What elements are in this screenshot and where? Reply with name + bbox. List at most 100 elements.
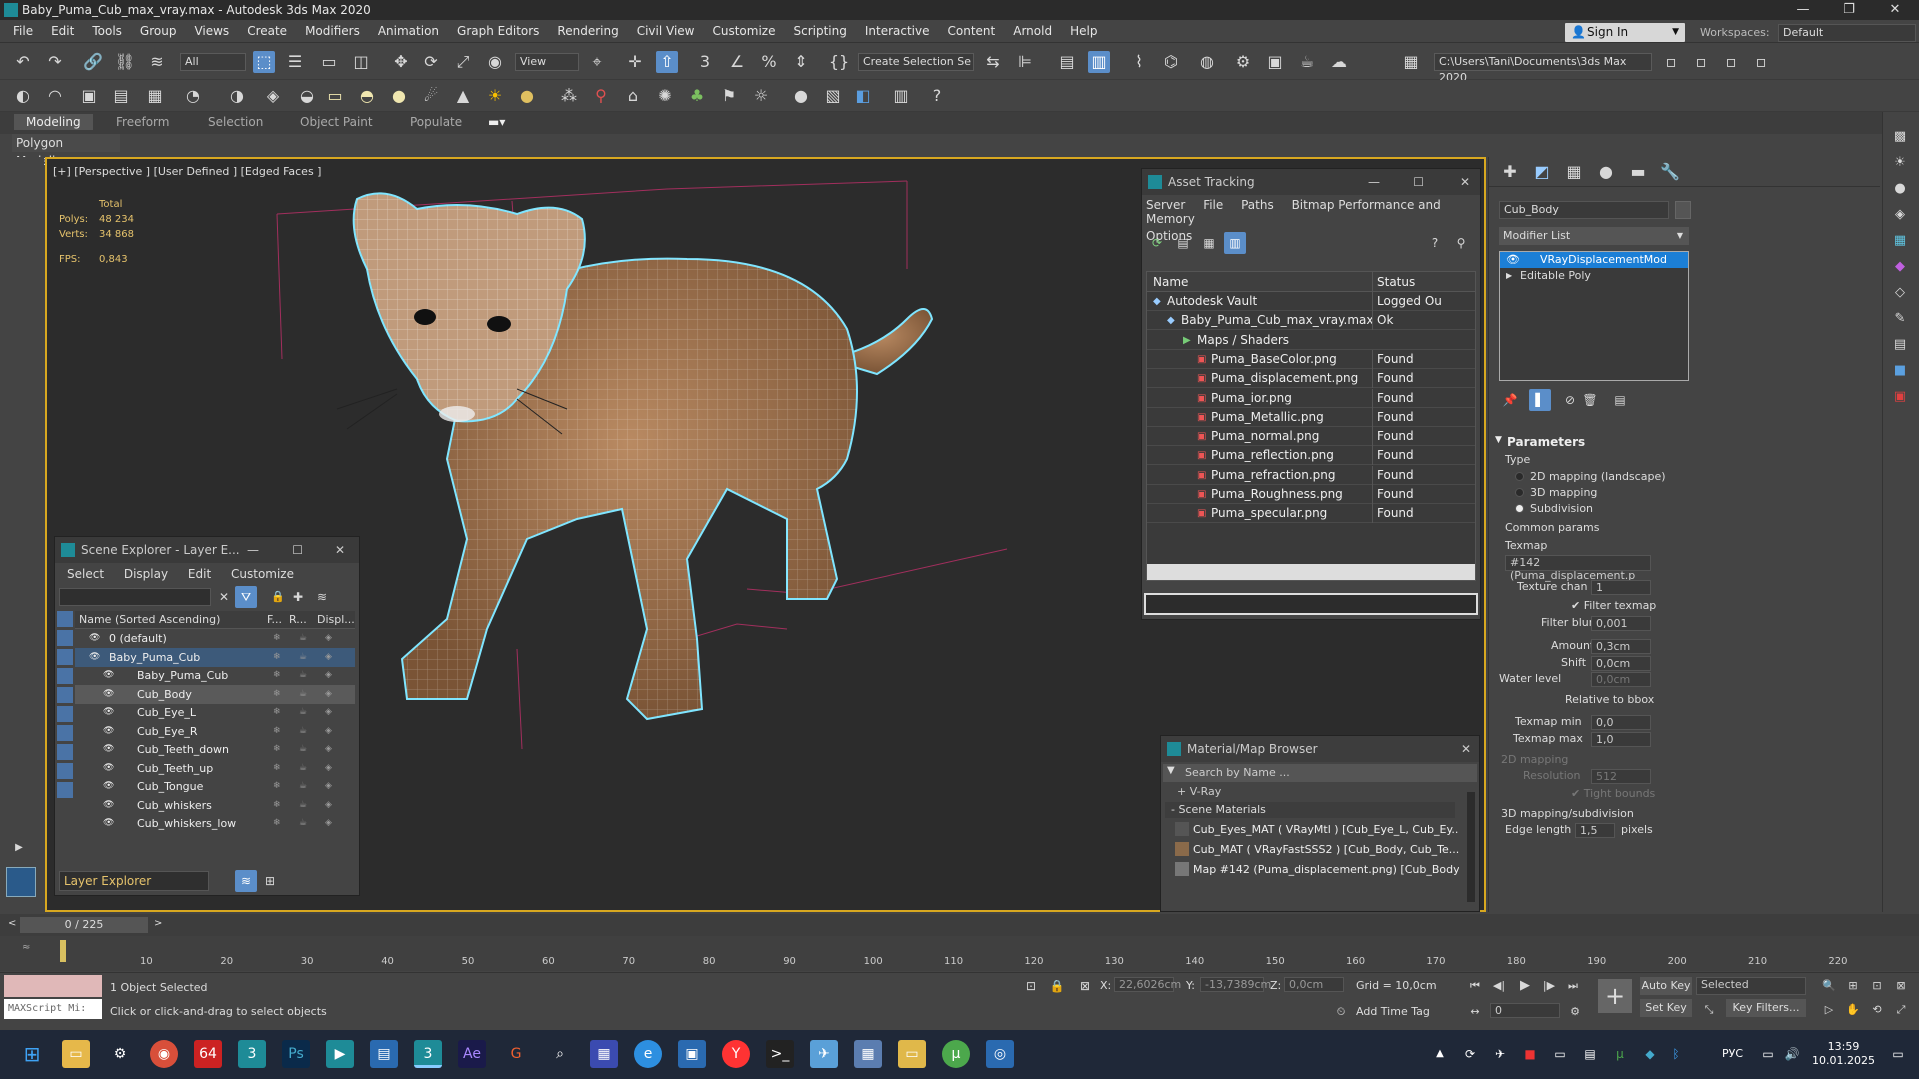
eye-icon[interactable]: 👁	[103, 796, 114, 815]
filter-blur-spinner[interactable]: 0,001	[1591, 616, 1651, 631]
schematic-view-icon[interactable]: ⌬	[1160, 51, 1182, 73]
display-lights-icon[interactable]	[57, 668, 73, 684]
radio-3d[interactable]	[1515, 488, 1524, 497]
asset-row[interactable]: ◆ Autodesk Vault Logged Ou	[1147, 292, 1475, 311]
material-icon[interactable]: ◈	[1889, 204, 1911, 226]
relative-bbox-checkbox[interactable]: Relative to bbox	[1565, 693, 1654, 706]
scatter-icon[interactable]: ♣	[686, 85, 708, 107]
dome-light-icon[interactable]: ◓	[356, 85, 378, 107]
rotate-icon[interactable]: ⟳	[420, 51, 442, 73]
modify-tab-icon[interactable]: ◩	[1531, 161, 1553, 183]
yandex-icon[interactable]: Y	[722, 1040, 750, 1068]
file-explorer-icon[interactable]: ▭	[62, 1040, 90, 1068]
display-xrefs-icon[interactable]	[57, 763, 73, 779]
create-tab-icon[interactable]: ✚	[1499, 161, 1521, 183]
scene-row[interactable]: 👁 Cub_Body ❄ ☕ ◈	[75, 684, 355, 704]
link-icon[interactable]: 🔗	[82, 51, 104, 73]
track-bar[interactable]: ≈ 10 20 30 40 50 60 70 80 90 100 110 120 130 140 150 16…	[0, 936, 1919, 971]
horizontal-scrollbar[interactable]	[1147, 564, 1475, 580]
help-icon[interactable]: ?	[926, 85, 948, 107]
chrome-icon[interactable]: ◉	[150, 1040, 178, 1068]
time-config-icon[interactable]: ⚙	[1564, 1001, 1586, 1023]
key-selection-select[interactable]: Selected	[1696, 977, 1806, 995]
maximize-icon[interactable]: ☐	[292, 537, 303, 563]
asset-row[interactable]: ▣ Puma_ior.png Found	[1147, 388, 1475, 408]
ribbon-options-icon[interactable]: ▬▾	[488, 115, 505, 129]
fur-icon[interactable]: ⚲	[590, 85, 612, 107]
menu-group[interactable]: Group	[131, 20, 186, 43]
reference-coord-select[interactable]: View	[515, 53, 579, 71]
selection-filter-select[interactable]: All	[180, 53, 246, 71]
remove-modifier-icon[interactable]: 🗑	[1579, 389, 1601, 411]
sphere-icon[interactable]: ●	[1889, 178, 1911, 200]
freeze-icon[interactable]: ❄	[273, 703, 281, 722]
minimize-button[interactable]: —	[1780, 0, 1826, 20]
maxscript-listener-top[interactable]	[4, 975, 102, 997]
object-properties-icon[interactable]: ▧	[822, 85, 844, 107]
eye-icon[interactable]: 👁	[89, 648, 100, 667]
render-setup-icon[interactable]: ⚙	[1232, 51, 1254, 73]
scene-row[interactable]: 👁 Baby_Puma_Cub ❄ ☕ ◈	[75, 647, 355, 667]
freeze-icon[interactable]: ❄	[273, 740, 281, 759]
auto-key-button[interactable]: Auto Key	[1640, 977, 1692, 995]
zoom-extents-all-icon[interactable]: ⊠	[1890, 975, 1912, 997]
vray-toolbar-icon-7[interactable]: ◑	[226, 85, 248, 107]
menu-content[interactable]: Content	[939, 20, 1005, 43]
refresh-icon[interactable]: ⟳	[1146, 232, 1168, 254]
field-of-view-icon[interactable]: ▷	[1818, 999, 1840, 1021]
type-subdivision[interactable]: Subdivision	[1515, 501, 1666, 517]
project-icon-3[interactable]: ▫	[1720, 51, 1742, 73]
chevron-down-icon[interactable]: ▼	[1167, 765, 1175, 776]
vray-toolbar-icon-6[interactable]: ◔	[182, 85, 204, 107]
curve-editor-icon[interactable]: ⌇	[1128, 51, 1150, 73]
scene-row[interactable]: 👁 Baby_Puma_Cub ❄ ☕ ◈	[75, 666, 355, 685]
tray-display-icon[interactable]: ▤	[1576, 1040, 1604, 1068]
asset-path-field[interactable]	[1144, 593, 1478, 615]
vray-group[interactable]: + V-Ray	[1177, 785, 1221, 798]
layer-explorer-select[interactable]: Layer Explorer	[59, 871, 209, 891]
object-color-swatch[interactable]	[1675, 201, 1691, 219]
orbit-icon[interactable]: ⟲	[1866, 999, 1888, 1021]
project-icon-1[interactable]: ▫	[1660, 51, 1682, 73]
col-render[interactable]: R...	[289, 611, 307, 629]
freeze-icon[interactable]: ❄	[273, 722, 281, 741]
help-icon[interactable]: ?	[1424, 232, 1446, 254]
scene-search-input[interactable]	[59, 588, 211, 606]
app-g-icon[interactable]: G	[502, 1040, 530, 1068]
menu-file[interactable]: File	[1203, 198, 1223, 212]
polygon-modeling-label[interactable]: Polygon Modeling	[12, 134, 120, 168]
eye-icon[interactable]: 👁	[103, 814, 114, 833]
ribbon-tab-object-paint[interactable]: Object Paint	[300, 115, 373, 129]
menu-edit[interactable]: Edit	[42, 20, 83, 43]
display-icon[interactable]: ◈	[325, 666, 332, 685]
render-icon[interactable]: ☕	[299, 722, 307, 741]
spot-light-icon[interactable]: ▲	[452, 85, 474, 107]
material-item[interactable]: Map #142 (Puma_displacement.png) [Cub_Bo…	[1175, 860, 1459, 879]
go-to-end-icon[interactable]: ⏭	[1562, 975, 1584, 997]
menu-views[interactable]: Views	[185, 20, 238, 43]
menu-customize[interactable]: Customize	[231, 567, 294, 581]
menu-scripting[interactable]: Scripting	[784, 20, 855, 43]
modifier-list-select[interactable]: Modifier List ▼	[1499, 227, 1689, 245]
hierarchy-toggle-icon[interactable]: ⊞	[259, 870, 281, 892]
eye-icon[interactable]: 👁	[103, 740, 114, 759]
select-manipulate-icon[interactable]: ✛	[624, 51, 646, 73]
edge-length-spinner[interactable]: 1,5	[1575, 823, 1615, 838]
display-icon[interactable]: ◈	[325, 629, 332, 648]
asset-row[interactable]: ▣ Puma_BaseColor.png Found	[1147, 349, 1475, 369]
folder-icon[interactable]: ▭	[898, 1040, 926, 1068]
infinite-plane-icon[interactable]: ⌂	[622, 85, 644, 107]
filter-texmap-checkbox[interactable]: ✔ Filter texmap	[1571, 599, 1656, 612]
display-groups-icon[interactable]	[57, 744, 73, 760]
proxy-icon[interactable]: ⁂	[558, 85, 580, 107]
display-icon[interactable]: ◈	[325, 814, 332, 833]
3dsmax-icon[interactable]: 3	[238, 1040, 266, 1068]
scene-explorer-window[interactable]: Scene Explorer - Layer E... — ☐ ✕ Select…	[54, 536, 360, 896]
render-icon[interactable]: ☕	[299, 796, 307, 815]
key-tangent-icon[interactable]: ⤡	[1698, 999, 1720, 1021]
mesh-export-icon[interactable]: ☼	[750, 85, 772, 107]
amount-spinner[interactable]: 0,3cm	[1591, 639, 1651, 654]
radio-subdivision[interactable]	[1515, 504, 1524, 513]
render-icon[interactable]: ☕	[299, 666, 307, 685]
close-icon[interactable]: ✕	[1460, 169, 1470, 195]
